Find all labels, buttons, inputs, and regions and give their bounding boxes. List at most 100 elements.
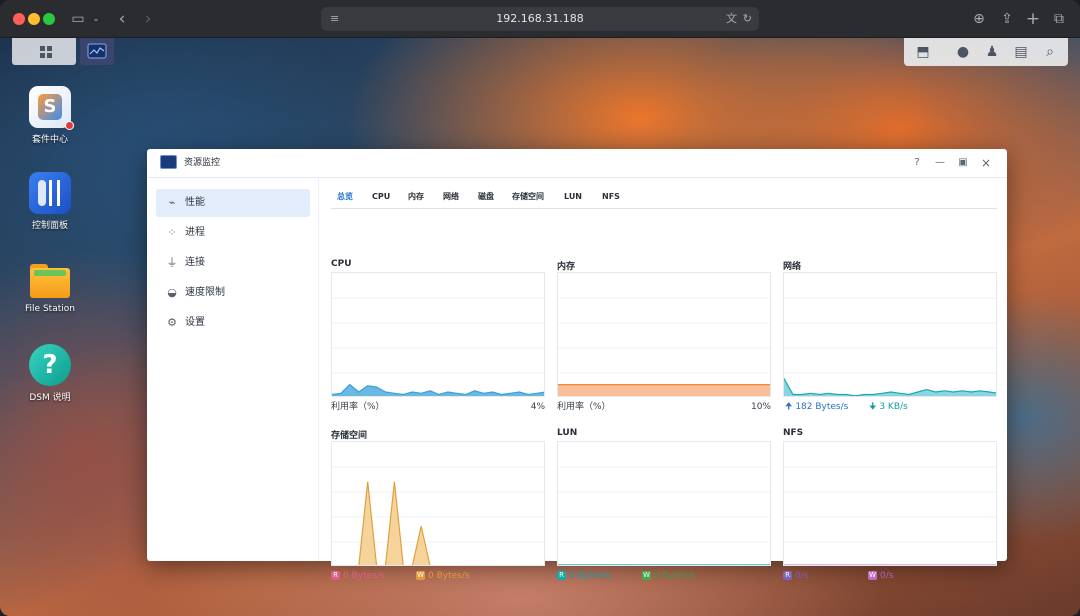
upload-icon[interactable]: ⬒ xyxy=(914,43,932,61)
read-badge: R xyxy=(557,571,566,580)
write-rate-value: 0/s xyxy=(880,571,894,581)
arrow-down-icon: 🠋 xyxy=(869,402,880,412)
download-rate-value: 3 KB/s xyxy=(879,402,908,412)
window-title: 资源监控 xyxy=(184,158,221,168)
sidebar: ⌁ 性能 ⁘ 进程 ⏚ 连接 ◒ 速度限制 ⚙ 设置 xyxy=(147,178,319,561)
desktop-icon-label: File Station xyxy=(25,304,75,314)
read-rate-value: 0 Bytes/s xyxy=(343,571,385,581)
sidebar-item-connection[interactable]: ⏚ 连接 xyxy=(156,249,310,277)
user-icon[interactable]: ♟ xyxy=(983,43,1001,61)
upload-rate: 🠉 182 Bytes/s xyxy=(785,400,848,414)
sidebar-item-settings[interactable]: ⚙ 设置 xyxy=(156,309,310,337)
chat-icon[interactable]: ● xyxy=(954,43,972,61)
maximize-button[interactable]: ▣ xyxy=(956,156,970,170)
close-button[interactable]: × xyxy=(979,156,993,170)
forward-icon[interactable]: › xyxy=(140,8,156,30)
write-rate: W 0/s xyxy=(868,569,893,583)
tab-disk[interactable]: 磁盘 xyxy=(478,186,494,208)
tab-volume[interactable]: 存储空间 xyxy=(512,186,544,208)
back-icon[interactable]: ‹ xyxy=(114,8,130,30)
share-icon[interactable]: ⇪ xyxy=(998,8,1016,30)
main-menu-button[interactable] xyxy=(12,38,76,65)
tab-overview-icon[interactable]: ⧉ xyxy=(1050,8,1068,30)
process-icon: ⁘ xyxy=(167,226,177,239)
sidebar-toggle-icon[interactable]: ▭ xyxy=(68,8,88,30)
search-icon[interactable]: ⌕ xyxy=(1041,43,1059,61)
url-text: 192.168.31.188 xyxy=(496,12,584,25)
taskbar-tray: ⬒ ● ♟ ▤ ⌕ xyxy=(904,38,1068,66)
network-panel[interactable]: 网络 🠉 182 Bytes/s 🠋 3 KB/s xyxy=(783,259,997,419)
tab-memory[interactable]: 内存 xyxy=(408,186,424,208)
resource-monitor-icon xyxy=(160,155,177,169)
chevron-down-icon[interactable]: ⌄ xyxy=(90,8,102,30)
panel-title: LUN xyxy=(557,428,578,438)
write-badge: W xyxy=(868,571,877,580)
tab-nfs[interactable]: NFS xyxy=(602,186,620,208)
page-menu-icon[interactable]: ≡ xyxy=(330,7,339,31)
package-center-icon: S xyxy=(29,86,74,130)
desktop-icon-control-panel[interactable]: 控制面板 xyxy=(10,172,90,231)
sidebar-item-process[interactable]: ⁘ 进程 xyxy=(156,219,310,247)
panel-title: CPU xyxy=(331,259,352,269)
sidebar-item-label: 速度限制 xyxy=(185,287,225,298)
memory-panel[interactable]: 内存 利用率（%） 10% xyxy=(557,259,771,419)
dsm-desktop: ⬒ ● ♟ ▤ ⌕ S 套件中心 控制面板 File Station ? DSM… xyxy=(0,38,1080,616)
minimize-window-button[interactable] xyxy=(28,13,40,25)
sidebar-item-performance[interactable]: ⌁ 性能 xyxy=(156,189,310,217)
gear-icon: ⚙ xyxy=(167,316,177,329)
cpu-util-label: 利用率（%） xyxy=(331,402,385,412)
nfs-panel[interactable]: NFS R 0/s W 0/s xyxy=(783,428,997,588)
write-rate-value: 0 Bytes/s xyxy=(428,571,470,581)
translate-icon[interactable]: 文 xyxy=(726,7,737,31)
folder-icon xyxy=(29,258,71,300)
browser-toolbar: ▭ ⌄ ‹ › ≡ 192.168.31.188 文 ↻ ⊕ ⇪ + ⧉ xyxy=(0,0,1080,38)
tab-cpu[interactable]: CPU xyxy=(372,186,390,208)
memory-util-value: 10% xyxy=(750,402,771,412)
zoom-window-button[interactable] xyxy=(43,13,55,25)
dsm-taskbar: ⬒ ● ♟ ▤ ⌕ xyxy=(0,38,1080,66)
tab-network[interactable]: 网络 xyxy=(443,186,459,208)
new-tab-icon[interactable]: + xyxy=(1024,8,1042,30)
volume-panel[interactable]: 存储空间 R0 Bytes/s W0 Bytes/s xyxy=(331,428,545,588)
lun-panel[interactable]: LUN R 0 Bytes/s W0 Bytes/s xyxy=(557,428,771,588)
read-rate: R 0/s xyxy=(783,569,808,583)
desktop-icon-dsm-help[interactable]: ? DSM 说明 xyxy=(10,344,90,403)
reload-icon[interactable]: ↻ xyxy=(743,7,752,31)
close-window-button[interactable] xyxy=(13,13,25,25)
sidebar-item-speed-limit[interactable]: ◒ 速度限制 xyxy=(156,279,310,307)
cpu-series-area xyxy=(332,384,544,396)
browser-window: ▭ ⌄ ‹ › ≡ 192.168.31.188 文 ↻ ⊕ ⇪ + ⧉ ⬒ ●… xyxy=(0,0,1080,616)
cpu-panel[interactable]: CPU 利用率（%） 4% xyxy=(331,259,545,419)
cpu-chart xyxy=(331,272,545,397)
resource-monitor-icon xyxy=(87,43,107,59)
tab-overview[interactable]: 总览 xyxy=(337,186,353,208)
sidebar-item-label: 进程 xyxy=(185,227,205,238)
taskbar-resource-monitor[interactable] xyxy=(80,38,114,65)
address-bar[interactable]: ≡ 192.168.31.188 文 ↻ xyxy=(321,7,759,31)
tab-bar: 总览 CPU 内存 网络 磁盘 存储空间 LUN NFS xyxy=(331,186,997,209)
control-panel-icon xyxy=(29,172,71,214)
download-icon[interactable]: ⊕ xyxy=(970,8,988,30)
grid-icon xyxy=(40,46,52,58)
window-titlebar[interactable]: 资源监控 ? — ▣ × xyxy=(147,149,1007,178)
write-badge: W xyxy=(416,571,425,580)
sidebar-item-label: 连接 xyxy=(185,257,205,268)
sidebar-item-label: 性能 xyxy=(185,197,205,208)
read-badge: R xyxy=(331,571,340,580)
minimize-button[interactable]: — xyxy=(933,156,947,170)
memory-chart xyxy=(557,272,771,397)
tab-lun[interactable]: LUN xyxy=(564,186,582,208)
speed-limit-icon: ◒ xyxy=(167,286,177,299)
volume-series-area xyxy=(358,481,430,565)
write-rate: W0 Bytes/s xyxy=(642,569,696,583)
widgets-icon[interactable]: ▤ xyxy=(1012,43,1030,61)
panel-title: 存储空间 xyxy=(331,431,368,441)
write-badge: W xyxy=(642,571,651,580)
desktop-icon-package-center[interactable]: S 套件中心 xyxy=(10,86,90,145)
plug-icon: ⏚ xyxy=(166,256,178,269)
write-rate-value: 0 Bytes/s xyxy=(654,571,696,581)
help-button[interactable]: ? xyxy=(910,156,924,170)
read-rate: R0 Bytes/s xyxy=(331,569,385,583)
desktop-icon-file-station[interactable]: File Station xyxy=(10,258,90,314)
write-rate: W0 Bytes/s xyxy=(416,569,470,583)
